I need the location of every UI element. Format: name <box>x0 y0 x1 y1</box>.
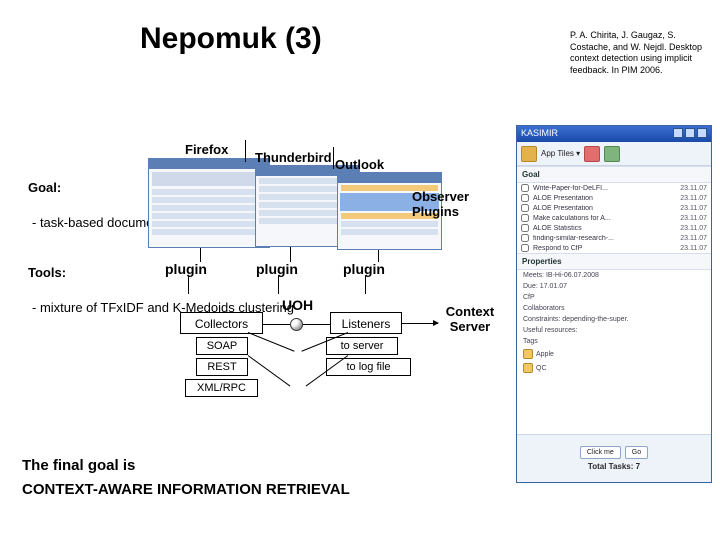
plugin-label: plugin <box>256 261 298 277</box>
property-line: Due: 17.01.07 <box>517 281 711 292</box>
firefox-screenshot <box>148 158 270 248</box>
folder-icon <box>523 363 533 373</box>
goal-item-date: 23.11.07 <box>680 205 707 212</box>
go-button[interactable]: Go <box>625 446 648 459</box>
toolbar: App Tiles ▾ <box>517 142 711 166</box>
goal-item[interactable]: ALOE Presentation 23.11.07 <box>517 203 711 213</box>
checkbox[interactable] <box>521 224 529 232</box>
goal-item-label: ALOE Statistics <box>533 225 676 232</box>
property-line: Meets: IB-Hi-06.07.2008 <box>517 270 711 281</box>
toolbar-icon[interactable] <box>604 146 620 162</box>
close-icon[interactable] <box>697 128 707 138</box>
checkbox[interactable] <box>521 204 529 212</box>
connector <box>365 276 366 294</box>
goal-item[interactable]: Write-Paper-for-DeLFI... 23.11.07 <box>517 183 711 193</box>
property-line: Tags <box>517 336 711 347</box>
goal-item-label: Make calculations for A... <box>533 215 676 222</box>
section-properties: Properties <box>517 253 711 270</box>
goal-item-date: 23.11.07 <box>680 225 707 232</box>
hub-node-icon <box>290 318 303 331</box>
goal-item-date: 23.11.07 <box>680 215 707 222</box>
slide-title: Nepomuk (3) <box>140 22 322 56</box>
rest-box: REST <box>196 358 248 376</box>
app-tile-label: App Tiles ▾ <box>541 149 580 158</box>
listeners-box: Listeners <box>330 312 402 334</box>
to-server-box: to server <box>326 337 398 355</box>
total-tasks: Total Tasks: 7 <box>588 462 640 471</box>
connector <box>278 276 279 294</box>
plugin-label: plugin <box>343 261 385 277</box>
goal-item[interactable]: ALOE Statistics 23.11.07 <box>517 223 711 233</box>
checkbox[interactable] <box>521 194 529 202</box>
arrow-icon <box>402 323 438 324</box>
checkbox[interactable] <box>521 214 529 222</box>
goal-item-date: 23.11.07 <box>680 235 707 242</box>
goal-item-date: 23.11.07 <box>680 195 707 202</box>
connector <box>263 324 290 325</box>
connector <box>200 248 201 262</box>
property-line: Constraints: depending-the-super. <box>517 314 711 325</box>
goal-label: Goal: <box>28 180 61 195</box>
conclusion-line2: CONTEXT-AWARE INFORMATION RETRIEVAL <box>22 481 350 498</box>
observer-plugins-label: Observer Plugins <box>412 190 470 220</box>
goal-item[interactable]: Respond to CfP 23.11.07 <box>517 243 711 253</box>
checkbox[interactable] <box>521 234 529 242</box>
tools-label: Tools: <box>28 265 66 280</box>
connector <box>188 276 189 294</box>
citation: P. A. Chirita, J. Gaugaz, S. Costache, a… <box>570 30 710 77</box>
tag-item: QC <box>517 361 711 375</box>
goal-item-label: ALOE Presentation <box>533 195 676 202</box>
connector <box>248 332 295 352</box>
separator <box>333 147 334 169</box>
outlook-label: Outlook <box>335 157 384 172</box>
goal-item[interactable]: Make calculations for A... 23.11.07 <box>517 213 711 223</box>
checkbox[interactable] <box>521 184 529 192</box>
collectors-box: Collectors <box>180 312 263 334</box>
property-line: Useful resources: <box>517 325 711 336</box>
app-tile-icon[interactable] <box>521 146 537 162</box>
firefox-label: Firefox <box>185 142 228 157</box>
checkbox[interactable] <box>521 244 529 252</box>
toolbar-icon[interactable] <box>584 146 600 162</box>
thunderbird-label: Thunderbird <box>255 150 332 165</box>
goal-item-label: finding-similar-research-... <box>533 235 676 242</box>
goal-item-label: Respond to CfP <box>533 245 676 252</box>
minimize-icon[interactable] <box>673 128 683 138</box>
window-titlebar[interactable]: KASIMIR <box>517 126 711 142</box>
window-title: KASIMIR <box>521 128 558 140</box>
goal-item-label: ALOE Presentation <box>533 205 676 212</box>
click-me-button[interactable]: Click me <box>580 446 621 459</box>
section-goal: Goal <box>517 166 711 183</box>
connector <box>303 324 330 325</box>
uoh-label: UOH <box>282 297 313 313</box>
goal-item-date: 23.11.07 <box>680 185 707 192</box>
goal-item[interactable]: ALOE Presentation 23.11.07 <box>517 193 711 203</box>
context-server-label: Context Server <box>440 305 500 335</box>
conclusion-line1: The final goal is <box>22 457 135 474</box>
maximize-icon[interactable] <box>685 128 695 138</box>
goal-item-date: 23.11.07 <box>680 245 707 252</box>
kasimir-window: KASIMIR App Tiles ▾ Goal Write-Paper-for… <box>516 125 712 483</box>
soap-box: SOAP <box>196 337 248 355</box>
footer: Click me Go Total Tasks: 7 <box>517 434 711 482</box>
property-line: Collaborators <box>517 303 711 314</box>
folder-icon <box>523 349 533 359</box>
plugin-label: plugin <box>165 261 207 277</box>
property-line: CfP <box>517 292 711 303</box>
connector <box>290 247 291 262</box>
separator <box>245 140 246 162</box>
goal-item[interactable]: finding-similar-research-... 23.11.07 <box>517 233 711 243</box>
tag-item: Apple <box>517 347 711 361</box>
goal-item-label: Write-Paper-for-DeLFI... <box>533 185 676 192</box>
xmlrpc-box: XML/RPC <box>185 379 258 397</box>
